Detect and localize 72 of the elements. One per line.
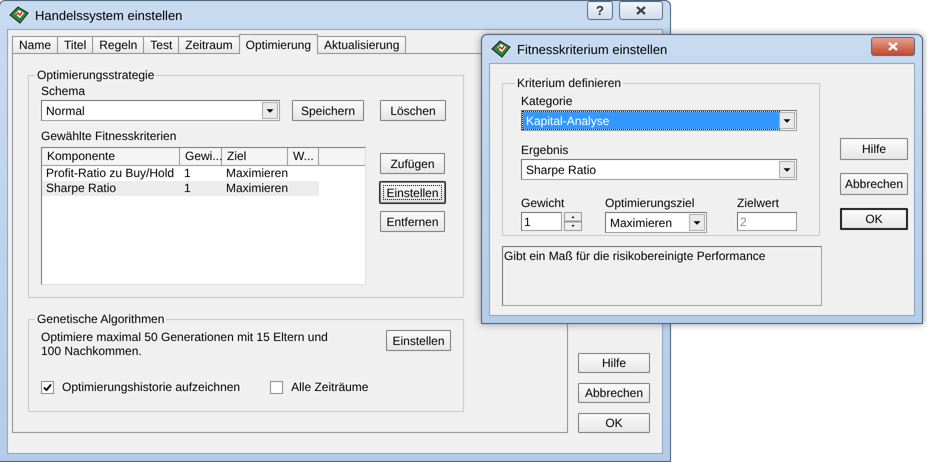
dropdown-caret-icon[interactable] xyxy=(779,161,795,178)
dropdown-caret-icon[interactable] xyxy=(689,214,705,231)
dropdown-caret-icon[interactable] xyxy=(779,112,795,129)
close-button[interactable] xyxy=(619,1,663,20)
table-cell-text: Profit-Ratio zu Buy/Hold xyxy=(45,166,176,181)
dialog-button[interactable]: Abbrechen xyxy=(578,383,650,403)
list-action-button[interactable]: Entfernen xyxy=(380,211,445,232)
tab[interactable]: Optimierung xyxy=(238,34,318,54)
field-label: Schema xyxy=(41,84,86,98)
dropdown-value: Sharpe Ratio xyxy=(525,162,598,178)
weight-field[interactable]: 1 xyxy=(521,212,562,231)
checkbox-label: Alle Zeiträume xyxy=(291,380,368,394)
field-label: Gewicht xyxy=(521,196,566,210)
checkbox-label: Optimierungshistorie aufzeichnen xyxy=(62,380,240,394)
schema-dropdown[interactable]: Normal xyxy=(41,100,280,121)
column-header[interactable]: Ziel xyxy=(222,148,288,165)
dialog-button[interactable]: Hilfe xyxy=(578,353,650,373)
tab[interactable]: Regeln xyxy=(92,36,144,54)
field-label: Kategorie xyxy=(521,94,574,108)
group-title: Kriterium definieren xyxy=(516,76,622,90)
list-action-button[interactable]: Zufügen xyxy=(380,153,445,174)
list-action-button[interactable]: Einstellen xyxy=(380,182,445,203)
column-header[interactable]: W... xyxy=(288,148,319,165)
description-text: Gibt ein Maß für die risikobereinigte Performance xyxy=(504,249,766,263)
list-row[interactable]: Sharpe Ratio 1 Maximieren xyxy=(42,181,319,196)
close-icon xyxy=(888,42,898,51)
delete-button[interactable]: Löschen xyxy=(380,100,446,121)
window-title: Fitnesskriterium einstellen xyxy=(517,42,668,56)
dialog-button[interactable]: Abbrechen xyxy=(840,173,908,195)
close-icon xyxy=(636,6,646,15)
field-label: Gewählte Fitnesskriterien xyxy=(41,129,178,143)
tab[interactable]: Zeitraum xyxy=(178,36,240,54)
column-header[interactable]: Komponente xyxy=(42,148,180,165)
table-cell-text: Maximieren xyxy=(225,181,288,196)
dropdown-caret-icon[interactable] xyxy=(262,102,278,119)
tab[interactable]: Test xyxy=(143,36,180,54)
save-button[interactable]: Speichern xyxy=(292,100,364,121)
spinner-icon[interactable] xyxy=(564,212,582,231)
field-label: Ergebnis xyxy=(521,143,570,157)
table-cell-text: Sharpe Ratio xyxy=(45,181,118,196)
app-icon xyxy=(491,40,511,58)
ergebnis-dropdown[interactable]: Sharpe Ratio xyxy=(521,159,797,180)
dropdown-value: Maximieren xyxy=(609,214,674,231)
column-header[interactable]: Gewi... xyxy=(180,148,222,165)
checkbox[interactable] xyxy=(270,380,284,394)
settings-button[interactable]: Einstellen xyxy=(386,330,451,351)
dialog-button[interactable]: OK xyxy=(840,208,908,230)
field-label: Zielwert xyxy=(737,196,780,210)
help-button[interactable]: ? xyxy=(587,1,613,20)
goal-dropdown[interactable]: Maximieren xyxy=(605,212,707,233)
dialog-button[interactable]: Hilfe xyxy=(840,138,908,160)
table-cell-text: Maximieren xyxy=(225,166,288,181)
list-row[interactable]: Profit-Ratio zu Buy/Hold 1 Maximieren xyxy=(42,166,319,181)
check-icon xyxy=(43,382,52,392)
tab[interactable]: Name xyxy=(12,36,58,54)
close-button[interactable] xyxy=(871,37,915,56)
tab[interactable]: Titel xyxy=(57,36,94,54)
dropdown-value: Kapital-Analyse xyxy=(523,112,779,129)
column-header xyxy=(319,148,365,165)
dialog-button[interactable]: OK xyxy=(578,413,650,433)
app-icon xyxy=(9,6,29,24)
criteria-list[interactable]: Komponente Gewi... Ziel W... Profit-Ratio zu Buy/Hold 1 Maximieren Sharpe Ratio 1 Maximieren xyxy=(41,147,366,285)
tab[interactable]: Aktualisierung xyxy=(317,36,406,54)
description-text: Optimiere maximal 50 Generationen mit 15 Eltern und 100 Nachkommen. xyxy=(41,330,329,358)
group-title: Optimierungsstrategie xyxy=(36,68,156,82)
field-label: Optimierungsziel xyxy=(605,196,696,210)
table-cell-text: 1 xyxy=(183,181,192,196)
group-title: Genetische Algorithmen xyxy=(36,312,166,326)
window-title: Handelssystem einstellen xyxy=(35,8,184,22)
dropdown-value: Normal xyxy=(45,102,86,119)
table-cell-text: 1 xyxy=(183,166,192,181)
checkbox[interactable] xyxy=(41,380,54,394)
